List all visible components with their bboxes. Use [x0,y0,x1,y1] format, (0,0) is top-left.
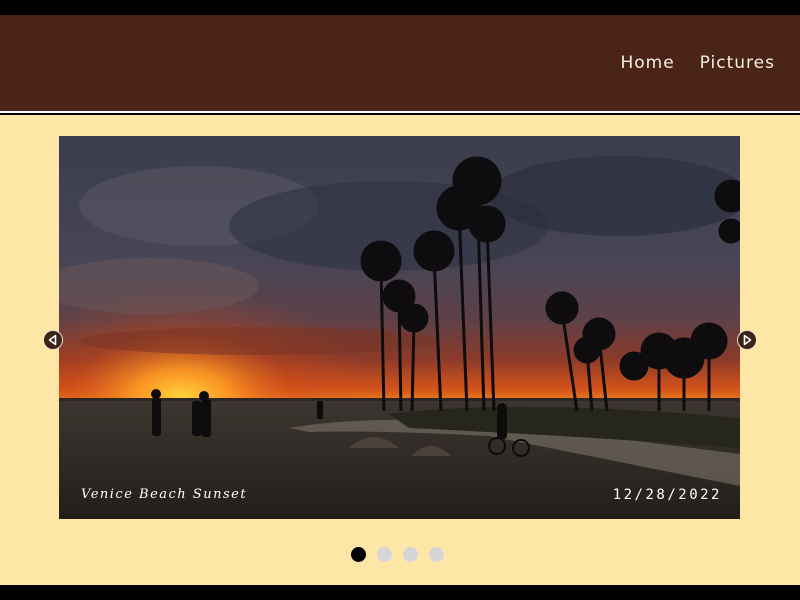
chevron-left-icon [48,334,57,346]
nav-home-link[interactable]: Home [620,53,674,73]
previous-slide-button[interactable] [43,330,63,350]
chevron-right-icon [743,334,752,346]
site-header: Home Pictures [0,15,800,113]
page: Home Pictures Venice Beach Sunset 12/28/… [0,0,800,600]
carousel-slide: Venice Beach Sunset 12/28/2022 [59,136,740,519]
slide-caption: Venice Beach Sunset [81,487,248,502]
carousel-indicators [351,547,444,562]
carousel-section: Venice Beach Sunset 12/28/2022 [0,115,800,585]
main-nav: Home Pictures [620,53,775,73]
sunset-photo [59,136,740,519]
next-slide-button[interactable] [737,330,757,350]
slide-date: 12/28/2022 [612,487,722,503]
indicator-dot-4[interactable] [429,547,444,562]
bottom-bar [0,585,800,600]
nav-pictures-link[interactable]: Pictures [700,53,775,73]
indicator-dot-1[interactable] [351,547,366,562]
indicator-dot-3[interactable] [403,547,418,562]
indicator-dot-2[interactable] [377,547,392,562]
